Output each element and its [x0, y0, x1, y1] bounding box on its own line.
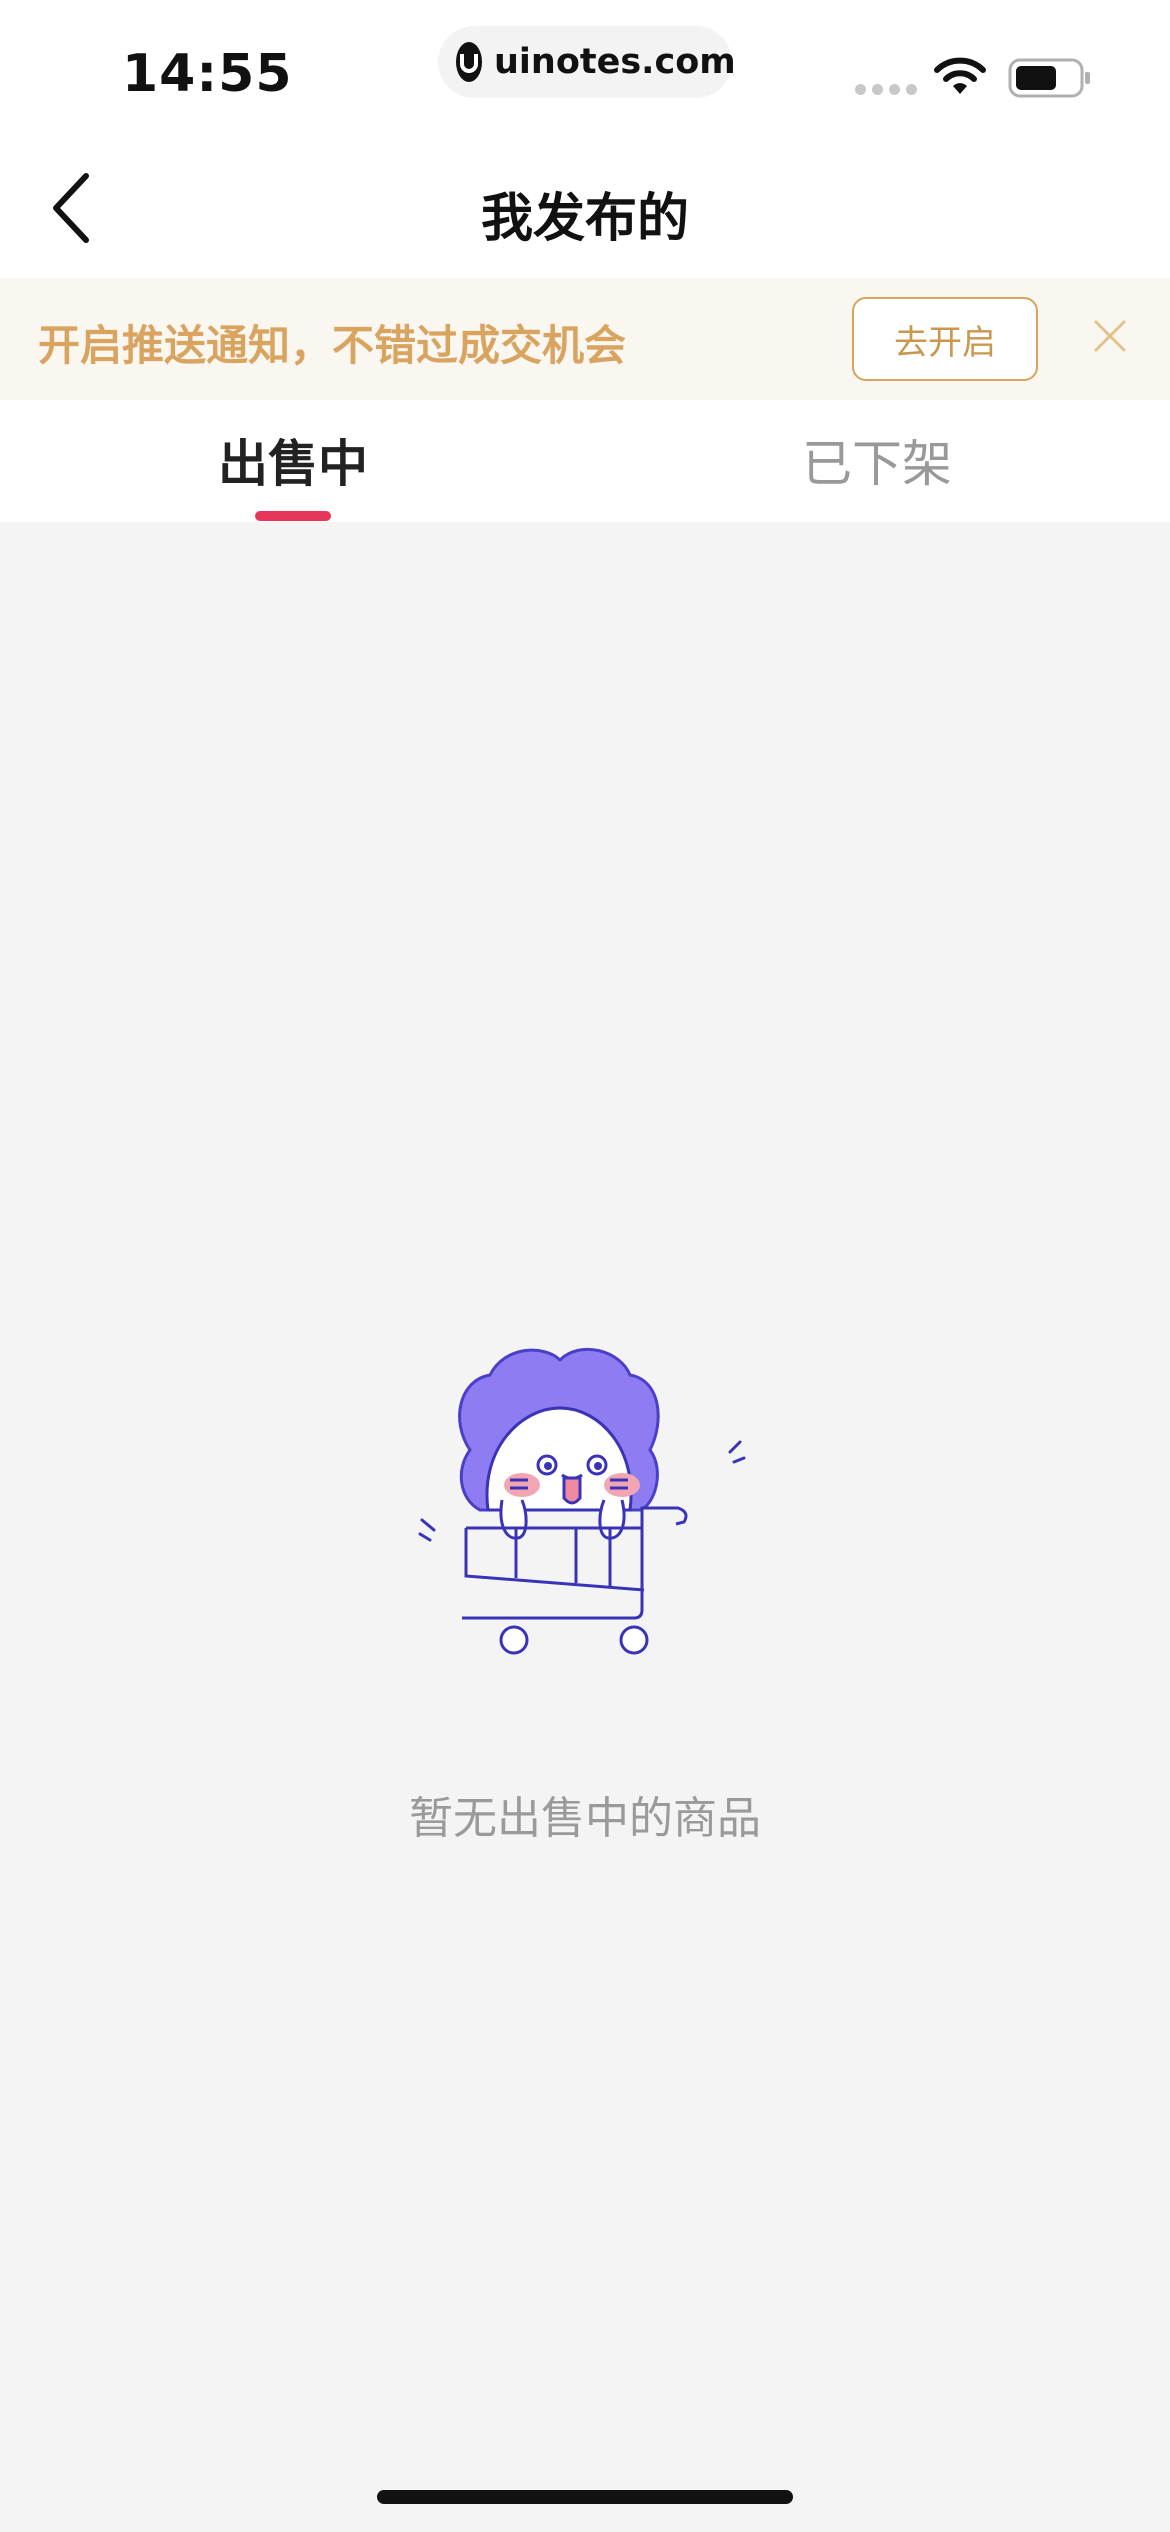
mascot-shopping-cart-illustration	[418, 1347, 746, 1655]
push-notice-banner: 开启推送通知，不错过成交机会 去开启	[0, 278, 1170, 400]
wifi-icon	[934, 57, 986, 94]
nav-bar: 我发布的	[0, 140, 1170, 278]
cellular-signal-icon	[855, 84, 917, 95]
site-logo-icon	[456, 42, 482, 82]
enable-notifications-button[interactable]: 去开启	[852, 297, 1038, 381]
notice-text: 开启推送通知，不错过成交机会	[38, 321, 627, 370]
close-icon[interactable]	[1090, 316, 1130, 356]
status-bar: 14:55 uinotes.com	[0, 0, 1170, 140]
active-tab-indicator	[255, 511, 331, 521]
page-title: 我发布的	[480, 189, 689, 249]
home-indicator[interactable]	[377, 2490, 793, 2504]
empty-state-message: 暂无出售中的商品	[409, 1793, 761, 1844]
url-text: uinotes.com	[494, 42, 736, 82]
status-time: 14:55	[122, 44, 293, 104]
tab-on-sale[interactable]: 出售中	[218, 424, 368, 496]
page: 14:55 uinotes.com 我发布的 开启推送通知，不错过成交机会 去开…	[0, 0, 1170, 2532]
tab-removed[interactable]: 已下架	[802, 424, 952, 496]
battery-icon	[1008, 58, 1090, 98]
tab-bar: 出售中 已下架	[0, 400, 1170, 522]
url-pill[interactable]: uinotes.com	[438, 26, 736, 98]
